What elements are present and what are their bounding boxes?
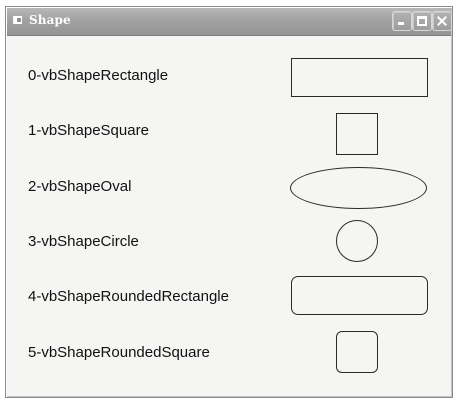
rounded-square-shape [336, 331, 378, 373]
square-shape [336, 113, 378, 155]
circle-shape [336, 220, 378, 262]
shape-label-square: 1-vbShapeSquare [28, 122, 149, 139]
rounded-rectangle-shape [291, 276, 428, 315]
shape-label-rectangle: 0-vbShapeRectangle [28, 67, 169, 84]
shape-window: Shape 0-vbShapeRectangle 1-vbShapeSquare… [5, 6, 453, 398]
close-icon[interactable] [432, 11, 452, 31]
oval-shape [290, 167, 427, 209]
shape-label-oval: 2-vbShapeOval [28, 178, 132, 195]
shape-label-rounded-square: 5-vbShapeRoundedSquare [28, 344, 210, 361]
window-title: Shape [29, 13, 71, 27]
shape-label-rounded-rectangle: 4-vbShapeRoundedRectangle [28, 288, 229, 305]
title-bar[interactable]: Shape [7, 8, 452, 36]
form-client-area: 0-vbShapeRectangle 1-vbShapeSquare 2-vbS… [8, 36, 450, 395]
rectangle-shape [291, 58, 428, 97]
shape-label-circle: 3-vbShapeCircle [28, 233, 139, 250]
maximize-icon[interactable] [412, 11, 432, 31]
minimize-icon[interactable] [392, 11, 412, 31]
app-icon[interactable] [13, 16, 22, 24]
